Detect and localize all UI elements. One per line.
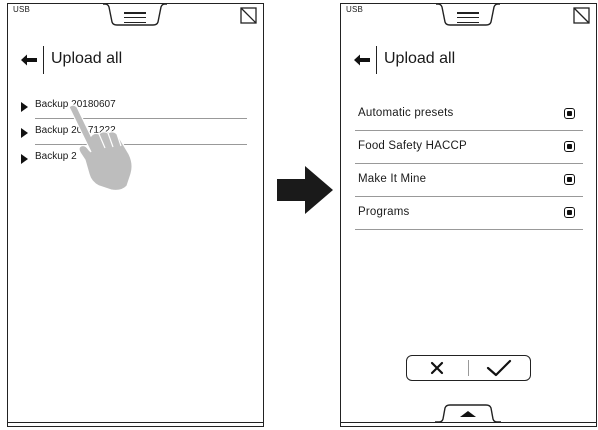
menu-tab[interactable]: [436, 4, 500, 28]
expand-triangle-icon: [21, 102, 28, 112]
page-title: Upload all: [384, 50, 456, 67]
option-food-safety-haccp[interactable]: Food Safety HACCP: [355, 131, 583, 164]
chevron-up-icon: [460, 411, 476, 417]
close-icon: [430, 361, 444, 375]
option-label: Automatic presets: [358, 107, 454, 119]
divider: [355, 229, 583, 230]
page-header: Upload all: [20, 46, 240, 74]
hamburger-menu-icon[interactable]: [124, 12, 146, 24]
option-make-it-mine[interactable]: Make It Mine: [355, 164, 583, 197]
option-label: Make It Mine: [358, 173, 427, 185]
usb-label: USB: [346, 5, 364, 14]
checkbox[interactable]: [564, 207, 575, 218]
confirm-action-bar: [406, 355, 531, 381]
usb-label: USB: [13, 5, 31, 14]
confirm-button[interactable]: [468, 356, 530, 380]
flow-arrow-icon: [277, 166, 333, 214]
checkmark-icon: [486, 359, 512, 377]
upload-options-list: Automatic presets Food Safety HACCP Make…: [355, 98, 583, 230]
screen-lock-icon[interactable]: [240, 7, 257, 24]
option-label: Food Safety HACCP: [358, 140, 467, 152]
header-divider: [43, 46, 45, 74]
option-programs[interactable]: Programs: [355, 197, 583, 230]
page-title: Upload all: [51, 50, 123, 67]
header-divider: [376, 46, 378, 74]
page-header: Upload all: [353, 46, 573, 74]
expand-triangle-icon: [21, 128, 28, 138]
checkbox[interactable]: [564, 141, 575, 152]
bottom-edge: [341, 422, 596, 423]
screen-lock-icon[interactable]: [573, 7, 590, 24]
hamburger-menu-icon[interactable]: [457, 12, 479, 24]
tapping-hand-icon: [68, 104, 133, 192]
back-arrow-icon[interactable]: [353, 53, 371, 67]
back-arrow-icon[interactable]: [20, 53, 38, 67]
menu-tab[interactable]: [103, 4, 167, 28]
bottom-edge: [8, 422, 263, 423]
backup-selection-screen: USB Upload all Backup 20180607 Backup 20…: [7, 3, 264, 427]
bottom-drawer-tab[interactable]: [435, 403, 501, 423]
checkbox[interactable]: [564, 174, 575, 185]
expand-triangle-icon: [21, 154, 28, 164]
option-automatic-presets[interactable]: Automatic presets: [355, 98, 583, 131]
upload-options-screen: USB Upload all Automatic presets Food Sa…: [340, 3, 597, 427]
checkbox[interactable]: [564, 108, 575, 119]
cancel-button[interactable]: [407, 356, 467, 380]
option-label: Programs: [358, 206, 410, 218]
